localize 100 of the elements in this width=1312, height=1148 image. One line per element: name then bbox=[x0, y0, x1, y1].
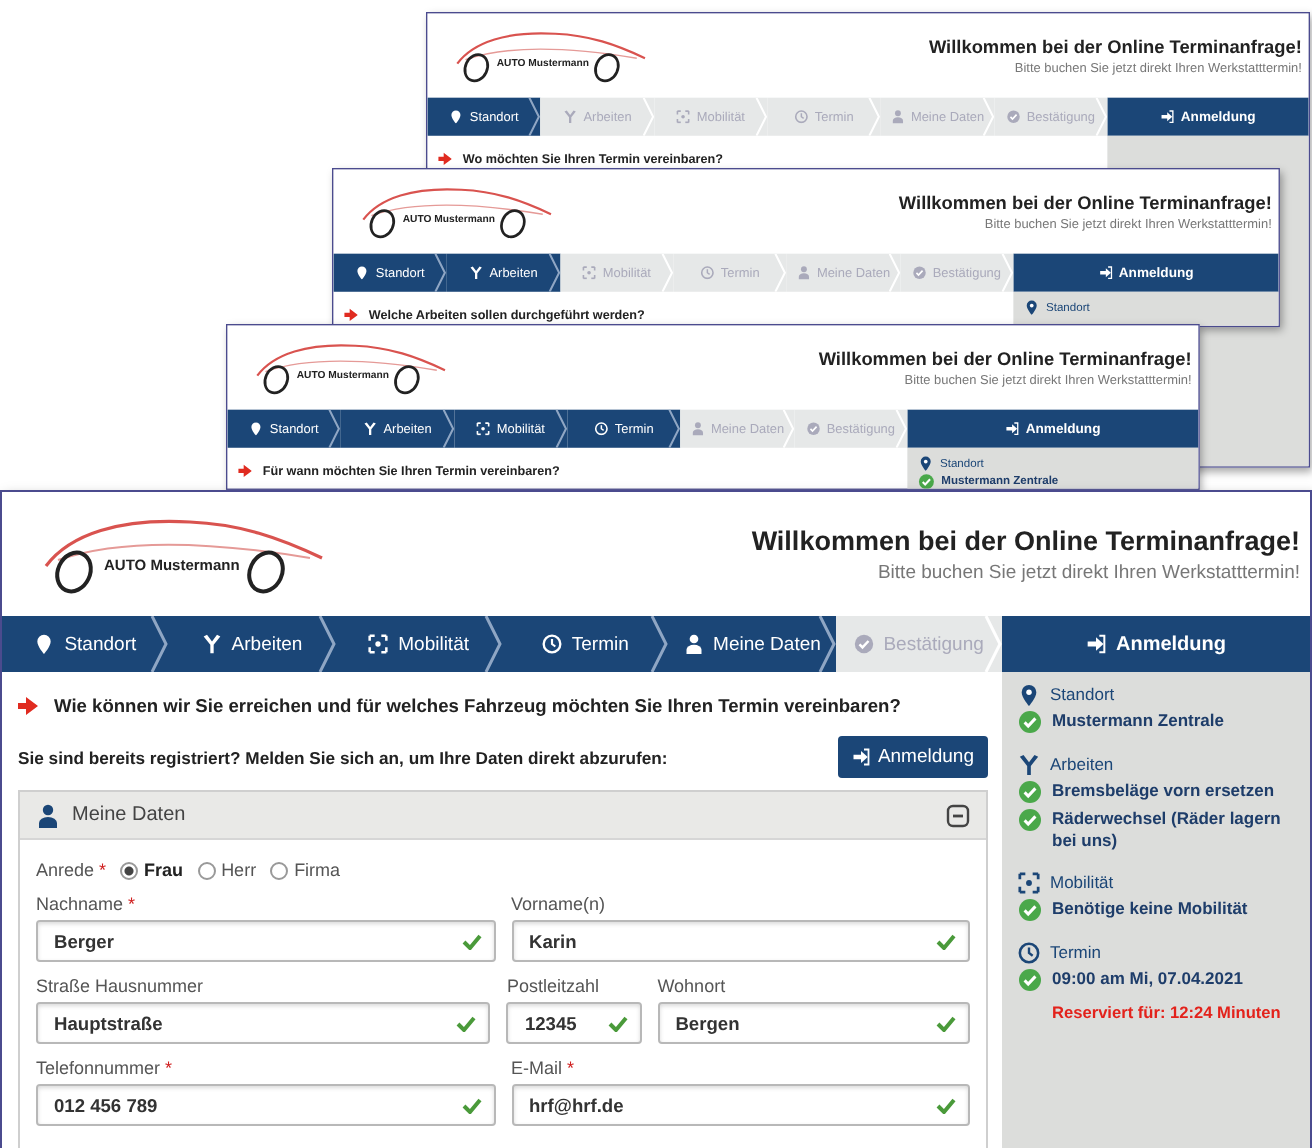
login-prompt: Sie sind bereits registriert? Melden Sie sich an, um Ihre Daten direkt abzurufen: bbox=[18, 747, 668, 767]
mobility-icon bbox=[368, 634, 389, 654]
chevron-icon bbox=[668, 409, 681, 448]
wrench-icon bbox=[469, 265, 483, 280]
field-label: E-Mail * bbox=[511, 1058, 577, 1078]
field-label: Telefonnummer * bbox=[36, 1058, 175, 1078]
location-pin-icon bbox=[1024, 299, 1040, 315]
chevron-icon bbox=[887, 253, 900, 292]
radio-label[interactable]: Herr bbox=[221, 860, 257, 880]
radio-label[interactable]: Frau bbox=[144, 860, 184, 880]
login-header: Anmeldung bbox=[1002, 616, 1310, 672]
location-pin-icon bbox=[918, 455, 934, 471]
summary-label: Arbeiten bbox=[1050, 754, 1114, 774]
clock-icon bbox=[541, 634, 562, 654]
summary-value: Räderwechsel (Räder lagern bei uns) bbox=[1052, 808, 1283, 853]
chevron-icon bbox=[895, 409, 908, 448]
radio-label[interactable]: Firma bbox=[294, 860, 341, 880]
summary-label: Standort bbox=[1050, 684, 1115, 704]
arrow-icon bbox=[18, 696, 38, 716]
mobility-icon bbox=[1018, 872, 1040, 895]
summary-value: 09:00 am Mi, 07.04.2021 bbox=[1052, 968, 1243, 991]
clock-icon bbox=[594, 421, 608, 436]
input-field[interactable]: 12345 bbox=[506, 1002, 642, 1044]
summary-value: Mustermann Zentrale bbox=[1052, 710, 1224, 733]
radio-button[interactable] bbox=[197, 861, 216, 879]
chevron-icon bbox=[781, 409, 794, 448]
chevron-icon bbox=[755, 97, 768, 136]
step-tab[interactable]: Arbeiten bbox=[168, 616, 336, 672]
wrench-icon bbox=[1018, 754, 1040, 776]
summary-label: Mobilität bbox=[1050, 872, 1114, 893]
check-circle-icon bbox=[1018, 968, 1042, 993]
clock-icon bbox=[700, 265, 714, 280]
check-circle-icon bbox=[806, 421, 820, 436]
location-pin-icon bbox=[1018, 684, 1040, 706]
chevron-icon bbox=[441, 409, 454, 448]
chevron-icon bbox=[661, 253, 674, 292]
chevron-icon bbox=[641, 97, 654, 136]
step-tab[interactable]: Termin bbox=[501, 616, 669, 672]
sign-in-icon bbox=[851, 748, 870, 766]
wrench-icon bbox=[563, 109, 577, 124]
person-icon bbox=[683, 634, 704, 654]
page-title: Willkommen bei der Online Terminanfrage! bbox=[928, 35, 1302, 57]
mobility-icon bbox=[476, 421, 490, 436]
location-pin-icon bbox=[355, 265, 369, 280]
input-field[interactable]: Bergen bbox=[657, 1002, 970, 1044]
chevron-icon bbox=[817, 616, 836, 672]
check-circle-icon bbox=[1018, 780, 1042, 804]
collapse-icon[interactable] bbox=[946, 803, 970, 827]
chevron-icon bbox=[1001, 253, 1014, 292]
input-field[interactable]: Karin bbox=[511, 920, 970, 962]
chevron-icon bbox=[983, 616, 1002, 672]
chevron-icon bbox=[150, 616, 169, 672]
step-tab[interactable]: Standort bbox=[2, 616, 169, 672]
sign-in-icon bbox=[1005, 421, 1019, 436]
step-tab[interactable]: Meine Daten bbox=[668, 616, 836, 672]
chevron-icon bbox=[547, 253, 560, 292]
input-field[interactable]: 012 456 789 bbox=[36, 1084, 495, 1126]
person-icon bbox=[690, 421, 705, 436]
summary-value: Bremsbeläge vorn ersetzen bbox=[1052, 780, 1275, 803]
question-text: Wie können wir Sie erreichen und für welches Fahrzeug möchten Sie Ihren Termin vereinbaren? bbox=[54, 696, 901, 716]
check-circle-icon bbox=[1018, 898, 1042, 923]
person-icon bbox=[36, 803, 60, 827]
wrench-icon bbox=[201, 634, 222, 654]
page-subtitle: Bitte buchen Sie jetzt direkt Ihren Werkstatttermin! bbox=[875, 561, 1300, 583]
mobility-icon bbox=[582, 265, 596, 280]
radio-button[interactable] bbox=[120, 861, 139, 879]
reservation-note: Reserviert für: 12:24 Minuten bbox=[1052, 1002, 1283, 1023]
summary-value: Benötige keine Mobilität bbox=[1052, 898, 1248, 921]
field-label: Nachname * bbox=[36, 894, 138, 914]
check-circle-icon bbox=[1018, 808, 1042, 832]
mobility-icon bbox=[676, 109, 690, 124]
field-label: Postleitzahl bbox=[506, 976, 601, 996]
field-label: Wohnort bbox=[657, 976, 728, 996]
location-pin-icon bbox=[249, 421, 263, 436]
check-circle-icon bbox=[1018, 710, 1042, 734]
chevron-icon bbox=[868, 97, 881, 136]
section-title: Meine Daten bbox=[72, 804, 188, 826]
check-circle-icon bbox=[1006, 109, 1020, 124]
field-label: Straße Hausnummer bbox=[36, 976, 206, 996]
radio-button[interactable] bbox=[270, 861, 289, 879]
summary-label: Termin bbox=[1050, 942, 1102, 963]
login-button[interactable]: Anmeldung bbox=[837, 736, 988, 778]
input-field[interactable]: Berger bbox=[36, 920, 495, 962]
location-pin-icon bbox=[34, 634, 55, 654]
person-icon bbox=[890, 109, 905, 124]
chevron-icon bbox=[981, 97, 994, 136]
input-field[interactable]: Hauptstraße bbox=[36, 1002, 491, 1044]
field-label: Vorname(n) bbox=[511, 894, 608, 914]
chevron-icon bbox=[650, 616, 669, 672]
field-label: Anrede * bbox=[36, 860, 107, 880]
wrench-icon bbox=[363, 421, 377, 436]
sign-in-icon bbox=[1160, 109, 1174, 124]
step-tab[interactable]: Mobilität bbox=[335, 616, 502, 672]
check-circle-icon bbox=[853, 634, 874, 654]
location-pin-icon bbox=[449, 109, 463, 124]
clock-icon bbox=[1018, 942, 1040, 965]
input-field[interactable]: hrf@hrf.de bbox=[511, 1084, 970, 1126]
chevron-icon bbox=[774, 253, 787, 292]
arrow-icon bbox=[344, 308, 358, 322]
page-title: Willkommen bei der Online Terminanfrage! bbox=[898, 191, 1272, 213]
